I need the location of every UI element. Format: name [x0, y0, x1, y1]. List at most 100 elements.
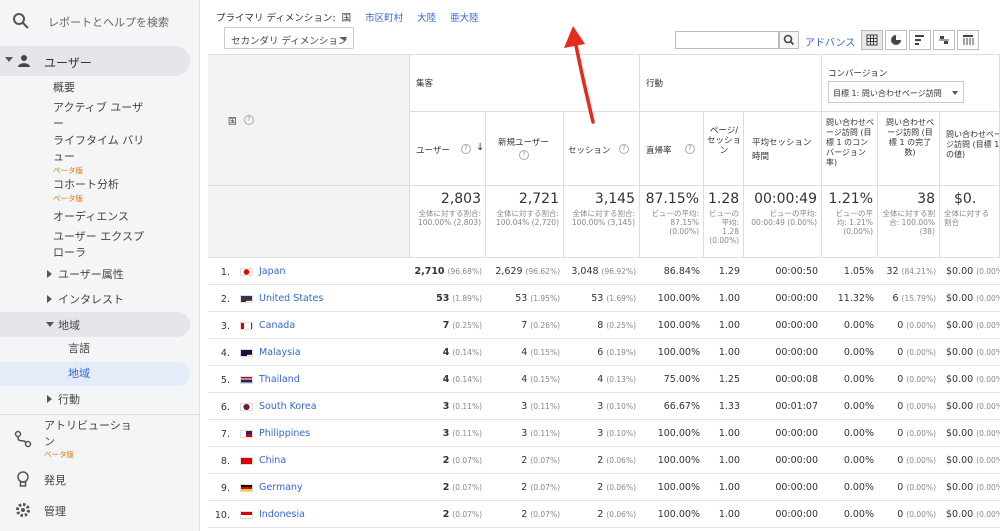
table-search-button[interactable]	[779, 31, 799, 49]
sidebar-group-interests[interactable]: インタレスト	[58, 291, 124, 307]
cell-percent: (0.00%)	[976, 429, 1000, 438]
summary-new-users: 2,721 全体に対する割合: 100.04% (2,720)	[486, 186, 564, 258]
cell-value: 0.00%	[843, 374, 874, 385]
cell-users: 2 (0.07%)	[410, 455, 482, 466]
col-header-label: セッション	[568, 146, 611, 156]
cell-bounce: 100.00%	[640, 293, 700, 304]
country-link[interactable]: Germany	[259, 482, 303, 493]
advanced-link[interactable]: アドバンス	[805, 34, 855, 49]
cell-pps: 1.25	[704, 374, 740, 385]
summary-sub: ビューの平均: 1.21% (0.00%)	[835, 209, 874, 236]
cell-value: 4	[442, 347, 450, 358]
country-link[interactable]: Malaysia	[259, 347, 301, 358]
secondary-dimension-dropdown[interactable]: セカンダリ ディメンション	[224, 27, 354, 49]
cell-val: $0.00(0.00%)	[946, 320, 1000, 331]
goal-select[interactable]: 目標 1: 問い合わせページ訪問	[828, 81, 964, 103]
us-flag-icon	[240, 295, 253, 303]
row-number: 7.	[220, 429, 230, 440]
sidebar-item-discover[interactable]: 発見	[44, 472, 66, 488]
cell-comp: 0 (0.00%)	[878, 401, 936, 412]
col-header-bounce-rate[interactable]: 直帰率?	[640, 112, 704, 186]
cell-dur: 00:00:08	[744, 374, 818, 385]
country-link[interactable]: Philippines	[259, 428, 310, 439]
sidebar-item-attribution[interactable]: アトリビューション	[44, 418, 139, 450]
cell-val: $0.00(0.00%)	[946, 374, 1000, 385]
sidebar-item-language[interactable]: 言語	[68, 341, 90, 357]
row-number: 4.	[220, 348, 230, 359]
sidebar-item-users[interactable]: ユーザー	[0, 46, 190, 76]
help-icon: ?	[685, 144, 695, 154]
sidebar-item-audience[interactable]: オーディエンス	[53, 209, 129, 225]
primary-dimension-city[interactable]: 市区町村	[365, 10, 403, 24]
sidebar-item-location[interactable]: 地域	[0, 362, 190, 386]
cell-value: 2	[597, 455, 604, 466]
country-link[interactable]: Thailand	[259, 374, 300, 385]
cell-percent: (0.00%)	[976, 402, 1000, 411]
country-link[interactable]: China	[259, 455, 286, 466]
country-link[interactable]: Japan	[259, 266, 286, 277]
cell-value: 0	[897, 347, 904, 358]
cell-value: 4	[597, 374, 604, 385]
cell-users: 2 (0.07%)	[410, 482, 482, 493]
south-korea-flag-icon	[240, 403, 253, 411]
sidebar-item-lifetime-value[interactable]: ライフタイム バリュー	[53, 133, 153, 165]
primary-dimension-continent[interactable]: 大陸	[417, 10, 436, 24]
country-link[interactable]: Canada	[259, 320, 295, 331]
pie-view-button[interactable]	[885, 30, 907, 50]
cell-value: 100.00%	[657, 509, 700, 520]
col-header-goal-conv-rate[interactable]: 問い合わせページ訪問 (目標 1 のコンバージョン率)	[822, 112, 878, 186]
sidebar-item-active-users[interactable]: アクティブ ユーザー	[53, 100, 153, 132]
summary-value: 1.21%	[828, 191, 873, 207]
cell-value: 3	[597, 401, 604, 412]
cell-percent: (0.00%)	[906, 456, 936, 465]
country-link[interactable]: Indonesia	[259, 509, 305, 520]
help-icon: ?	[619, 144, 629, 154]
cell-percent: (0.11%)	[530, 429, 560, 438]
sidebar-group-geo[interactable]: 地域	[0, 312, 190, 337]
view-toggle-group	[861, 30, 981, 50]
cell-value: 0.00%	[843, 482, 874, 493]
cell-percent: (0.00%)	[906, 348, 936, 357]
cell-value: 00:01:07	[775, 401, 818, 412]
bar-view-button[interactable]	[909, 30, 931, 50]
pivot-view-button[interactable]	[957, 30, 979, 50]
col-header-country[interactable]: 国?	[208, 55, 410, 186]
help-icon: ?	[519, 150, 529, 160]
col-header-goal-completions[interactable]: 問い合わせページ訪問 (目標 1 の完了数)	[878, 112, 940, 186]
beta-badge: ベータ版	[44, 450, 74, 459]
cell-value: 0	[897, 401, 904, 412]
cell-val: $0.00(0.00%)	[946, 428, 1000, 439]
table-view-button[interactable]	[861, 30, 883, 50]
cell-pps: 1.00	[704, 347, 740, 358]
cell-conv: 0.00%	[822, 482, 874, 493]
sidebar-group-demographics[interactable]: ユーザー属性	[58, 266, 124, 282]
sidebar-item-user-explorer[interactable]: ユーザー エクスプローラ	[53, 229, 153, 261]
group-label: コンバージョン	[828, 69, 888, 79]
sidebar-item-admin[interactable]: 管理	[44, 503, 66, 519]
summary-value: 00:00:49	[754, 191, 817, 207]
col-header-users[interactable]: ユーザー? ↓	[410, 112, 486, 186]
cell-users: 2,710 (96.68%)	[410, 266, 482, 277]
table-search-input[interactable]	[675, 31, 779, 49]
col-header-avg-duration[interactable]: 平均セッション時間	[744, 112, 822, 186]
col-header-pages-per-session[interactable]: ページ/セッション	[704, 112, 744, 186]
cell-bounce: 100.00%	[640, 428, 700, 439]
col-header-goal-value[interactable]: 問い合わせページ訪問 (目標 1 の値)	[940, 112, 1000, 186]
primary-dimension-subcontinent[interactable]: 亜大陸	[450, 10, 479, 24]
sidebar-group-behavior[interactable]: 行動	[58, 391, 80, 407]
group-label: 集客	[416, 79, 434, 89]
sidebar-item-overview[interactable]: 概要	[53, 80, 75, 96]
summary-value: 3,145	[594, 191, 635, 207]
cell-news: 3 (0.11%)	[486, 401, 560, 412]
cell-value: 11.32%	[837, 293, 874, 304]
col-header-new-users[interactable]: 新規ユーザー?	[486, 112, 564, 186]
country-link[interactable]: United States	[259, 293, 323, 304]
chevron-down-icon	[341, 37, 347, 41]
sidebar-item-cohort[interactable]: コホート分析	[53, 177, 119, 193]
cell-sess: 3 (0.10%)	[564, 401, 636, 412]
cell-value: 1.33	[718, 401, 740, 412]
cell-percent: (0.07%)	[452, 456, 482, 465]
comparison-view-button[interactable]	[933, 30, 955, 50]
country-link[interactable]: South Korea	[259, 401, 317, 412]
report-search[interactable]: レポートとヘルプを検索	[0, 0, 200, 42]
